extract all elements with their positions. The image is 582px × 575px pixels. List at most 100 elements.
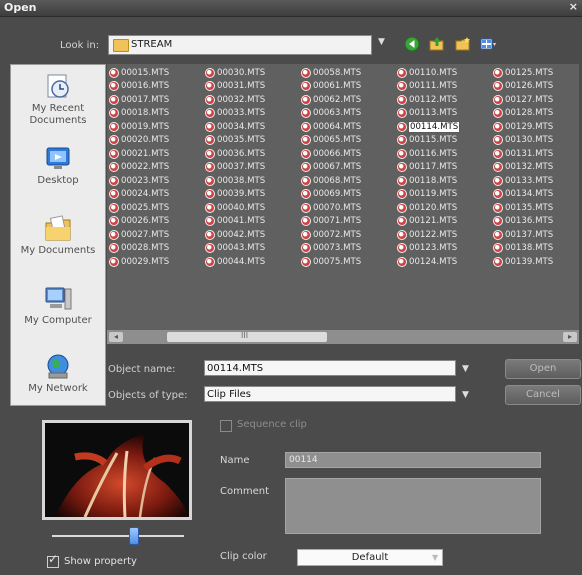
file-item[interactable]: 00023.MTS — [109, 174, 205, 188]
file-item[interactable]: 00030.MTS — [205, 66, 301, 80]
file-item[interactable]: 00038.MTS — [205, 174, 301, 188]
file-item[interactable]: 00133.MTS — [493, 174, 582, 188]
file-item[interactable]: 00062.MTS — [301, 93, 397, 107]
file-item[interactable]: 00018.MTS — [109, 107, 205, 121]
file-item[interactable]: 00035.MTS — [205, 134, 301, 148]
file-item[interactable]: 00122.MTS — [397, 228, 493, 242]
open-button[interactable]: Open — [505, 359, 581, 379]
file-list[interactable]: 00015.MTS 00016.MTS 00017.MTS 00018.MTS 0001… — [107, 64, 579, 330]
file-item[interactable]: 00134.MTS — [493, 188, 582, 202]
file-item[interactable]: 00064.MTS — [301, 120, 397, 134]
file-item[interactable]: 00033.MTS — [205, 107, 301, 121]
scroll-left-button[interactable]: ◂ — [109, 332, 123, 342]
file-item[interactable]: 00040.MTS — [205, 201, 301, 215]
file-item[interactable]: 00075.MTS — [301, 255, 397, 269]
file-item[interactable]: 00065.MTS — [301, 134, 397, 148]
file-item[interactable]: 00019.MTS — [109, 120, 205, 134]
place-recent-documents[interactable]: My Recent Documents — [11, 73, 105, 127]
file-item[interactable]: 00114.MTS — [397, 120, 493, 134]
file-item[interactable]: 00015.MTS — [109, 66, 205, 80]
file-item[interactable]: 00129.MTS — [493, 120, 582, 134]
scroll-right-button[interactable]: ▸ — [563, 332, 577, 342]
file-item[interactable]: 00135.MTS — [493, 201, 582, 215]
file-item[interactable]: 00136.MTS — [493, 215, 582, 229]
file-item[interactable]: 00125.MTS — [493, 66, 582, 80]
file-item[interactable]: 00042.MTS — [205, 228, 301, 242]
file-item[interactable]: 00117.MTS — [397, 161, 493, 175]
file-item[interactable]: 00037.MTS — [205, 161, 301, 175]
up-folder-icon[interactable] — [429, 36, 445, 52]
file-item[interactable]: 00112.MTS — [397, 93, 493, 107]
file-item[interactable]: 00115.MTS — [397, 134, 493, 148]
file-item[interactable]: 00121.MTS — [397, 215, 493, 229]
file-item[interactable]: 00130.MTS — [493, 134, 582, 148]
file-item[interactable]: 00139.MTS — [493, 255, 582, 269]
horizontal-scrollbar[interactable]: ◂ III ▸ — [107, 330, 579, 344]
file-item[interactable]: 00034.MTS — [205, 120, 301, 134]
file-item[interactable]: 00113.MTS — [397, 107, 493, 121]
objects-of-type-select[interactable]: Clip Files — [204, 386, 456, 402]
look-in-dropdown-arrow[interactable]: ▼ — [378, 37, 385, 47]
file-item[interactable]: 00072.MTS — [301, 228, 397, 242]
file-item[interactable]: 00061.MTS — [301, 80, 397, 94]
file-item[interactable]: 00026.MTS — [109, 215, 205, 229]
file-item[interactable]: 00032.MTS — [205, 93, 301, 107]
file-item[interactable]: 00066.MTS — [301, 147, 397, 161]
file-item[interactable]: 00128.MTS — [493, 107, 582, 121]
file-item[interactable]: 00068.MTS — [301, 174, 397, 188]
file-item[interactable]: 00110.MTS — [397, 66, 493, 80]
place-desktop[interactable]: Desktop — [11, 145, 105, 187]
file-item[interactable]: 00021.MTS — [109, 147, 205, 161]
object-name-dropdown-arrow[interactable]: ▼ — [462, 364, 469, 374]
file-item[interactable]: 00118.MTS — [397, 174, 493, 188]
file-item[interactable]: 00041.MTS — [205, 215, 301, 229]
back-icon[interactable] — [404, 36, 420, 52]
name-field[interactable]: 00114 — [285, 452, 541, 468]
file-item[interactable]: 00020.MTS — [109, 134, 205, 148]
clip-color-dropdown-arrow[interactable]: ▼ — [432, 553, 438, 562]
file-item[interactable]: 00070.MTS — [301, 201, 397, 215]
file-item[interactable]: 00044.MTS — [205, 255, 301, 269]
file-item[interactable]: 00039.MTS — [205, 188, 301, 202]
file-item[interactable]: 00027.MTS — [109, 228, 205, 242]
file-item[interactable]: 00073.MTS — [301, 242, 397, 256]
clip-color-select[interactable]: Default — [297, 549, 443, 566]
file-item[interactable]: 00069.MTS — [301, 188, 397, 202]
file-item[interactable]: 00071.MTS — [301, 215, 397, 229]
file-item[interactable]: 00016.MTS — [109, 80, 205, 94]
file-item[interactable]: 00036.MTS — [205, 147, 301, 161]
file-item[interactable]: 00123.MTS — [397, 242, 493, 256]
look-in-dropdown[interactable]: STREAM — [108, 35, 372, 55]
file-item[interactable]: 00067.MTS — [301, 161, 397, 175]
file-item[interactable]: 00031.MTS — [205, 80, 301, 94]
file-item[interactable]: 00063.MTS — [301, 107, 397, 121]
file-item[interactable]: 00029.MTS — [109, 255, 205, 269]
place-my-documents[interactable]: My Documents — [11, 215, 105, 257]
place-my-computer[interactable]: My Computer — [11, 285, 105, 327]
file-item[interactable]: 00132.MTS — [493, 161, 582, 175]
file-item[interactable]: 00025.MTS — [109, 201, 205, 215]
object-name-field[interactable]: 00114.MTS — [204, 360, 456, 376]
view-menu-icon[interactable]: ▾ — [480, 36, 496, 52]
scroll-thumb[interactable]: III — [167, 331, 327, 342]
file-item[interactable]: 00119.MTS — [397, 188, 493, 202]
file-item[interactable]: 00116.MTS — [397, 147, 493, 161]
comment-field[interactable] — [285, 478, 541, 534]
file-item[interactable]: 00058.MTS — [301, 66, 397, 80]
preview-slider-thumb[interactable] — [129, 527, 139, 545]
file-item[interactable]: 00138.MTS — [493, 242, 582, 256]
title-bar[interactable]: Open × — [0, 0, 582, 17]
place-my-network[interactable]: My Network — [11, 353, 105, 395]
file-item[interactable]: 00043.MTS — [205, 242, 301, 256]
sequence-clip-checkbox[interactable] — [220, 420, 232, 432]
cancel-button[interactable]: Cancel — [505, 385, 581, 405]
file-item[interactable]: 00111.MTS — [397, 80, 493, 94]
file-item[interactable]: 00137.MTS — [493, 228, 582, 242]
file-item[interactable]: 00124.MTS — [397, 255, 493, 269]
file-item[interactable]: 00022.MTS — [109, 161, 205, 175]
file-item[interactable]: 00024.MTS — [109, 188, 205, 202]
file-item[interactable]: 00028.MTS — [109, 242, 205, 256]
file-item[interactable]: 00127.MTS — [493, 93, 582, 107]
objects-of-type-dropdown-arrow[interactable]: ▼ — [462, 390, 469, 400]
new-folder-icon[interactable] — [455, 36, 471, 52]
